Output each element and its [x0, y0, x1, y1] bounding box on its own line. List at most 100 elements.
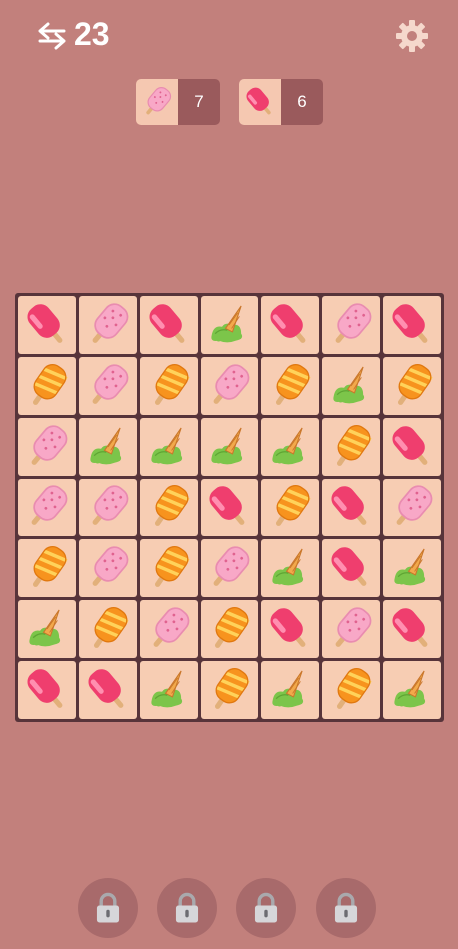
board-tile[interactable]	[18, 539, 76, 598]
board-tile[interactable]	[322, 600, 381, 659]
goal-pink-popsicle: 7	[136, 79, 220, 125]
board-tile[interactable]	[261, 600, 320, 659]
orange-popsicle-icon	[276, 363, 311, 405]
pink-popsicle-icon	[31, 485, 68, 526]
board-tile[interactable]	[200, 356, 259, 415]
board-tile[interactable]	[261, 417, 320, 476]
melted-cone-icon	[394, 548, 426, 586]
orange-popsicle-icon	[93, 607, 129, 649]
board-tile[interactable]	[139, 539, 198, 598]
board-tile[interactable]	[200, 600, 259, 659]
orange-popsicle-icon	[32, 363, 68, 405]
pink-popsicle-icon	[31, 424, 68, 465]
board-tile[interactable]	[383, 356, 441, 415]
board-tile[interactable]	[383, 600, 441, 659]
board-tile[interactable]	[78, 539, 137, 598]
pink-popsicle-icon	[396, 485, 433, 526]
red-popsicle-icon	[88, 669, 124, 708]
orange-popsicle-icon	[154, 546, 190, 588]
padlock-icon	[175, 892, 199, 923]
board-tile[interactable]	[383, 661, 441, 719]
locked-booster-1[interactable]	[78, 878, 138, 938]
melted-cone-icon	[90, 427, 121, 464]
padlock-icon	[334, 892, 358, 923]
red-popsicle-icon	[149, 304, 185, 343]
board-tile[interactable]	[200, 539, 259, 598]
pink-popsicle-icon	[92, 546, 129, 587]
locked-booster-4[interactable]	[316, 878, 376, 938]
board-tile[interactable]	[261, 478, 320, 537]
board-tile[interactable]	[139, 661, 198, 719]
pink-popsicle-icon	[214, 364, 250, 404]
board-tile[interactable]	[322, 539, 381, 598]
board-tile[interactable]	[78, 417, 137, 476]
melted-cone-icon	[272, 427, 304, 464]
red-popsicle-icon	[392, 425, 428, 465]
melted-cone-icon	[29, 609, 61, 647]
board-tile[interactable]	[261, 296, 320, 354]
red-popsicle-icon	[239, 79, 281, 125]
goal-count: 6	[281, 79, 323, 125]
melted-cone-icon	[272, 670, 304, 708]
board-tile[interactable]	[139, 296, 198, 354]
board-tile[interactable]	[322, 296, 381, 354]
melted-cone-icon	[211, 305, 243, 343]
orange-popsicle-icon	[154, 363, 190, 405]
red-popsicle-icon	[27, 304, 63, 343]
board-tile[interactable]	[322, 478, 381, 537]
orange-popsicle-icon	[154, 485, 190, 527]
orange-popsicle-icon	[32, 546, 68, 588]
board-tile[interactable]	[18, 661, 76, 719]
board-tile[interactable]	[200, 661, 259, 719]
melted-cone-icon	[333, 366, 365, 404]
board-tile[interactable]	[322, 356, 381, 415]
board-tile[interactable]	[261, 661, 320, 719]
red-popsicle-icon	[331, 547, 367, 587]
orange-popsicle-icon	[215, 668, 251, 709]
board-tile[interactable]	[322, 417, 381, 476]
board-tile[interactable]	[383, 417, 441, 476]
top-bar: 23	[0, 0, 458, 70]
board-tile[interactable]	[261, 539, 320, 598]
locked-booster-3[interactable]	[236, 878, 296, 938]
board-tile[interactable]	[78, 296, 137, 354]
melted-cone-icon	[211, 427, 243, 464]
orange-popsicle-icon	[337, 424, 372, 466]
board-tile[interactable]	[78, 478, 137, 537]
board-tile[interactable]	[383, 478, 441, 537]
red-popsicle-icon	[392, 608, 428, 648]
board-tile[interactable]	[322, 661, 381, 719]
board-tile[interactable]	[78, 356, 137, 415]
red-popsicle-icon	[270, 304, 306, 343]
red-popsicle-icon	[331, 486, 367, 526]
moves-counter: 23	[74, 16, 110, 52]
board-tile[interactable]	[139, 417, 198, 476]
locked-booster-2[interactable]	[157, 878, 217, 938]
red-popsicle-icon	[209, 486, 245, 526]
padlock-icon	[96, 892, 120, 923]
board-tile[interactable]	[139, 600, 198, 659]
board-tile[interactable]	[200, 478, 259, 537]
board-tile[interactable]	[18, 600, 76, 659]
pink-popsicle-icon	[153, 607, 190, 648]
orange-popsicle-icon	[276, 485, 311, 527]
board-tile[interactable]	[18, 478, 76, 537]
board-tile[interactable]	[139, 356, 198, 415]
melted-cone-icon	[272, 548, 304, 586]
pink-popsicle-icon	[136, 79, 178, 125]
board-tile[interactable]	[18, 296, 76, 354]
pink-popsicle-icon	[335, 607, 372, 648]
board-tile[interactable]	[200, 296, 259, 354]
board-tile[interactable]	[139, 478, 198, 537]
board-tile[interactable]	[18, 417, 76, 476]
board-tile[interactable]	[200, 417, 259, 476]
game-board	[15, 293, 444, 722]
board-tile[interactable]	[383, 296, 441, 354]
board-tile[interactable]	[78, 600, 137, 659]
orange-popsicle-icon	[337, 668, 372, 709]
board-tile[interactable]	[18, 356, 76, 415]
board-tile[interactable]	[261, 356, 320, 415]
board-tile[interactable]	[383, 539, 441, 598]
board-tile[interactable]	[78, 661, 137, 719]
gear-icon[interactable]	[394, 18, 430, 54]
